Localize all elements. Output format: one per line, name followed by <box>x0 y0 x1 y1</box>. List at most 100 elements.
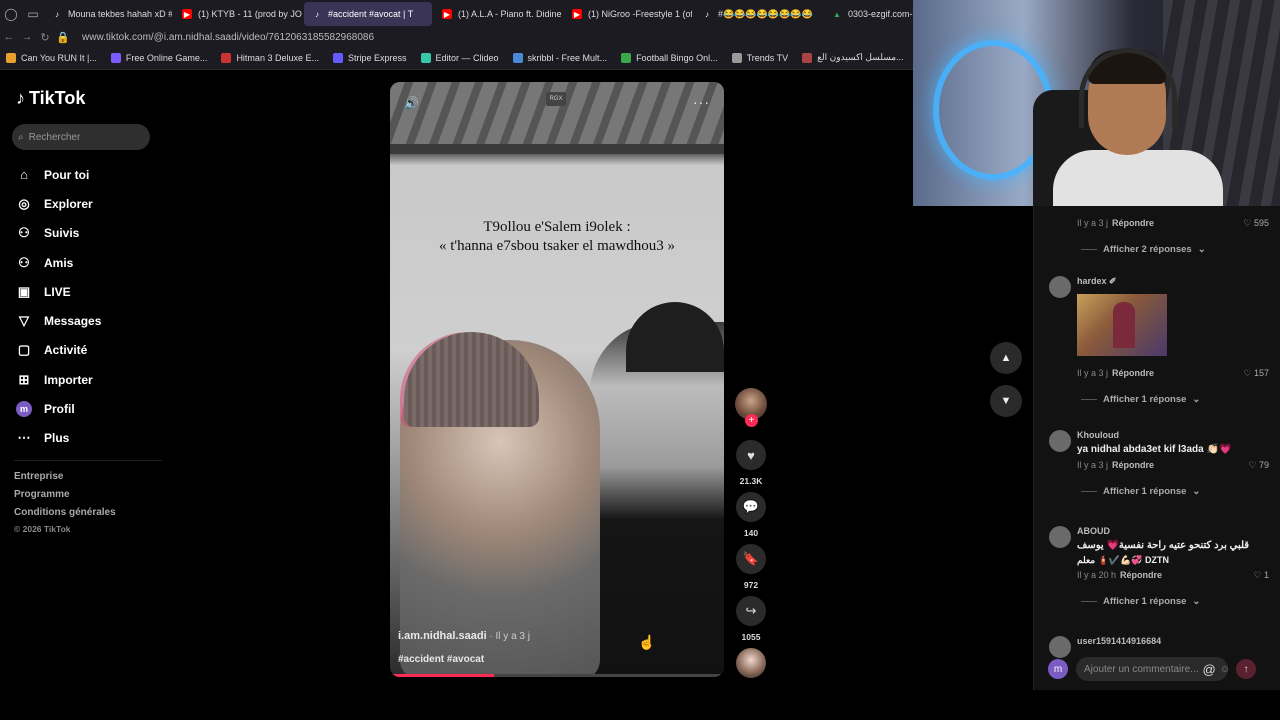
home-icon: ⌂ <box>20 167 28 183</box>
tiktok-wordmark: TikTok <box>29 88 86 108</box>
heart-outline-icon: ♡ <box>1253 570 1264 580</box>
video-hashtags[interactable]: #accident #avocat <box>398 654 484 665</box>
bookmark-item[interactable]: Hitman 3 Deluxe E... <box>215 52 325 63</box>
music-disc-avatar[interactable] <box>736 648 766 678</box>
sidebar-item-importer[interactable]: ⊞ Importer <box>16 365 166 394</box>
bookmark-item[interactable]: مسلسل اكسيدون الع... <box>796 52 909 63</box>
sidebar-item-pourtoi[interactable]: ⌂ Pour toi <box>16 160 166 189</box>
bookmark-item[interactable]: Trends TV <box>726 52 795 63</box>
comment-like[interactable]: ♡ 1 <box>1253 570 1269 581</box>
creator-avatar[interactable]: + <box>735 388 767 427</box>
reply-button[interactable]: Répondre <box>1112 218 1154 228</box>
search-input[interactable]: ⌕ Rechercher <box>12 124 150 150</box>
comment-text: ya nidhal abda3et kif l3ada 👏🏻💗 <box>1077 444 1232 455</box>
browser-tab[interactable]: ♪ Mouna tekbes hahah xD # <box>44 2 172 26</box>
tiktok-icon: ♪ <box>16 88 25 108</box>
bookmark-icon[interactable]: 🔖 <box>736 544 766 574</box>
mention-icon[interactable]: @ <box>1203 662 1216 677</box>
comment-time: Il y a 3 j <box>1077 218 1109 228</box>
comment-avatar[interactable] <box>1049 430 1071 452</box>
tab-list-icon[interactable]: ▭ <box>22 0 44 28</box>
caption-line-2: « t'hanna e7sbou tsaker el mawdhou3 » <box>439 238 675 254</box>
comment-text: قلبي برد كتنحو عتيه راحة نفسية💗 يوسف <box>1077 540 1250 551</box>
activity-icon: ▢ <box>17 342 31 358</box>
comment-username[interactable]: hardex ✐ <box>1077 276 1117 287</box>
bookmark-item[interactable]: Editor — Clideo <box>415 52 505 63</box>
bookmark-item[interactable]: Football Bingo Onl... <box>615 52 724 63</box>
sidebar-item-messages[interactable]: ▽ Messages <box>16 306 166 335</box>
bookmark-item[interactable]: skribbl - Free Mult... <box>507 52 614 63</box>
emoji-icon[interactable]: ☺ <box>1220 664 1228 675</box>
sidebar-item-activit[interactable]: ▢ Activité <box>16 336 166 365</box>
comment-avatar[interactable] <box>1049 526 1071 548</box>
sidebar-item-live[interactable]: ▣ LIVE <box>16 277 166 306</box>
comment-like[interactable]: ♡ 595 <box>1243 218 1269 229</box>
bookmark-item[interactable]: Can You RUN It |... <box>0 52 103 63</box>
forward-icon[interactable]: → <box>18 31 36 43</box>
bookmark-item[interactable]: Stripe Express <box>327 52 413 63</box>
url-field[interactable]: www.tiktok.com/@i.am.nidhal.saadi/video/… <box>82 32 374 43</box>
next-video-button[interactable]: ▼ <box>990 385 1022 417</box>
previous-video-button[interactable]: ▲ <box>990 342 1022 374</box>
share-icon[interactable]: ↪ <box>736 596 766 626</box>
comment-username[interactable]: user1591414916684 <box>1077 636 1161 646</box>
comment-like[interactable]: ♡ 157 <box>1243 368 1269 379</box>
comment-like-count: 1 <box>1263 570 1269 580</box>
reply-button[interactable]: Répondre <box>1112 460 1154 470</box>
comment-meta: Il y a 3 j Répondre <box>1077 368 1154 378</box>
sidebar-item-profil[interactable]: m Profil <box>16 394 166 423</box>
show-replies-button[interactable]: Afficher 1 réponse ⌄ <box>1081 486 1200 497</box>
heart-icon[interactable]: ♥ <box>736 440 766 470</box>
footer-link-programme[interactable]: Programme <box>14 489 116 507</box>
reply-button[interactable]: Répondre <box>1120 570 1162 580</box>
webcam-overlay <box>913 0 1280 206</box>
video-player[interactable]: T9ollou e'Salem i9olek : « t'hanna e7sbo… <box>390 82 724 677</box>
browser-tab[interactable]: ♪ #accident #avocat | T <box>304 2 432 26</box>
comment-avatar[interactable] <box>1049 276 1071 298</box>
sidebar-divider <box>14 460 162 461</box>
browser-menu-icon[interactable]: ◯ <box>0 0 22 28</box>
show-replies-button[interactable]: Afficher 1 réponse ⌄ <box>1081 394 1200 405</box>
more-icon: ⋯ <box>17 430 31 446</box>
reply-button[interactable]: Répondre <box>1112 368 1154 378</box>
bookmark-label: Football Bingo Onl... <box>636 52 718 63</box>
browser-tab[interactable]: ♪ #😂😂😂😂😂😂😂😂 <box>694 2 822 26</box>
follow-plus-icon[interactable]: + <box>745 414 758 427</box>
video-person-right <box>590 322 724 677</box>
show-replies-button[interactable]: Afficher 1 réponse ⌄ <box>1081 596 1200 607</box>
comment-avatar[interactable] <box>1049 636 1071 658</box>
bookmark-label: skribbl - Free Mult... <box>527 52 608 63</box>
bookmark-item[interactable]: Free Online Game... <box>105 52 214 63</box>
show-replies-button[interactable]: Afficher 2 réponses ⌄ <box>1081 244 1206 255</box>
send-arrow-icon: ↑ <box>1243 663 1249 675</box>
comment-icon[interactable]: 💬 <box>736 492 766 522</box>
sidebar-item-amis[interactable]: ⚇ Amis <box>16 248 166 277</box>
comment-username[interactable]: ABOUD <box>1077 526 1110 536</box>
show-replies-label: Afficher 2 réponses <box>1103 244 1192 255</box>
sidebar-item-label: Messages <box>44 314 102 329</box>
volume-icon[interactable]: 🔊 <box>404 96 419 110</box>
show-replies-label: Afficher 1 réponse <box>1103 486 1187 497</box>
video-progress-bar[interactable] <box>390 674 724 677</box>
more-options-icon[interactable]: ··· <box>693 94 710 110</box>
comment-input[interactable]: Ajouter un commentaire... @ ☺ <box>1076 657 1228 681</box>
footer-link-conditions[interactable]: Conditions générales <box>14 507 116 525</box>
video-author[interactable]: i.am.nidhal.saadi · Il y a 3 j <box>398 630 530 642</box>
browser-tab[interactable]: ▶ (1) NiGroo -Freestyle 1 (off <box>564 2 692 26</box>
browser-tab[interactable]: ▶ (1) KTYB - 11 (prod by JOH <box>174 2 302 26</box>
reload-icon[interactable]: ↻ <box>36 31 54 44</box>
replies-line <box>1081 399 1097 400</box>
screen-root: ◯ ▭ ♪ Mouna tekbes hahah xD # ▶ (1) KTYB - … <box>0 0 1280 720</box>
sidebar-item-explorer[interactable]: ◎ Explorer <box>16 189 166 218</box>
comment-username[interactable]: Khouloud <box>1077 430 1119 440</box>
sidebar-item-plus[interactable]: ⋯ Plus <box>16 424 166 453</box>
sidebar-item-suivis[interactable]: ⚇ Suivis <box>16 219 166 248</box>
browser-tab[interactable]: ▶ (1) A.L.A - Piano ft. Didine <box>434 2 562 26</box>
tiktok-logo[interactable]: ♪ TikTok <box>16 88 85 109</box>
send-comment-button[interactable]: ↑ <box>1236 659 1256 679</box>
footer-link-entreprise[interactable]: Entreprise <box>14 471 116 489</box>
tiktok-icon: ♪ <box>705 9 709 19</box>
back-icon[interactable]: ← <box>0 31 18 43</box>
video-author-name[interactable]: i.am.nidhal.saadi <box>398 630 487 642</box>
comment-like[interactable]: ♡ 79 <box>1248 460 1269 471</box>
